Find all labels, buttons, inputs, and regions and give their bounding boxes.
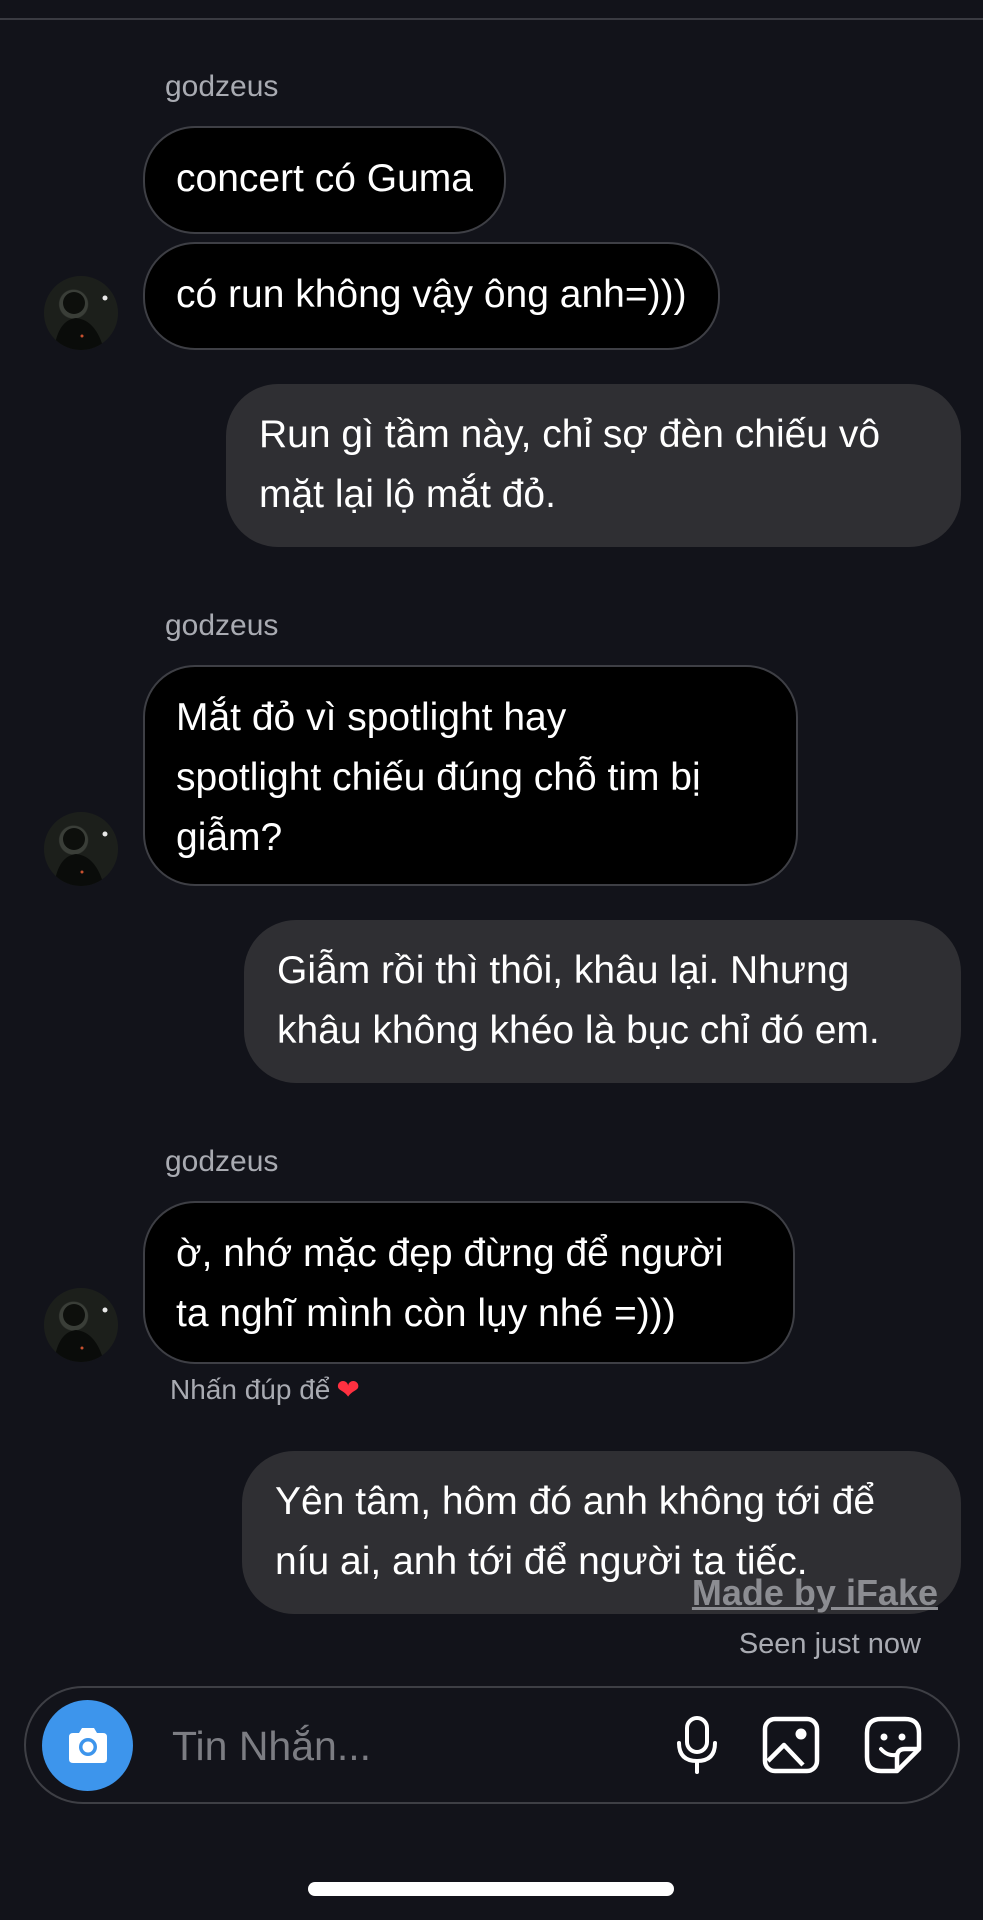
gallery-icon <box>762 1716 820 1774</box>
gallery-button[interactable] <box>758 1712 824 1778</box>
heart-icon: ❤ <box>336 1374 360 1405</box>
avatar[interactable] <box>44 1288 118 1362</box>
sticker-button[interactable] <box>860 1712 926 1778</box>
outgoing-message-bubble[interactable]: Giẫm rồi thì thôi, khâu lại. Nhưng khâu … <box>244 920 961 1083</box>
double-tap-hint-label: Nhấn đúp để <box>170 1373 331 1405</box>
camera-icon <box>68 1727 107 1763</box>
microphone-button[interactable] <box>664 1712 730 1778</box>
double-tap-hint: Nhấn đúp để ❤ <box>170 1373 360 1406</box>
watermark: Made by iFake <box>691 1572 938 1613</box>
camera-button[interactable] <box>42 1700 133 1791</box>
top-divider <box>0 18 983 20</box>
incoming-message-bubble[interactable]: concert có Guma <box>143 126 506 234</box>
message-composer <box>24 1686 960 1804</box>
sender-name: godzeus <box>165 1145 279 1178</box>
avatar[interactable] <box>44 276 118 350</box>
incoming-message-bubble[interactable]: Mắt đỏ vì spotlight hay spotlight chiếu … <box>143 665 798 886</box>
sender-name: godzeus <box>165 70 279 103</box>
avatar[interactable] <box>44 812 118 886</box>
sender-name: godzeus <box>165 609 279 642</box>
outgoing-message-bubble[interactable]: Run gì tầm này, chỉ sợ đèn chiếu vô mặt … <box>226 384 961 547</box>
sticker-icon <box>864 1716 922 1774</box>
home-indicator[interactable] <box>308 1882 674 1896</box>
incoming-message-bubble[interactable]: có run không vậy ông anh=))) <box>143 242 720 350</box>
microphone-icon <box>677 1716 717 1774</box>
incoming-message-bubble[interactable]: ờ, nhớ mặc đẹp đừng để người ta nghĩ mìn… <box>143 1201 795 1364</box>
seen-status: Seen just now <box>738 1628 921 1660</box>
message-input[interactable] <box>170 1712 654 1780</box>
